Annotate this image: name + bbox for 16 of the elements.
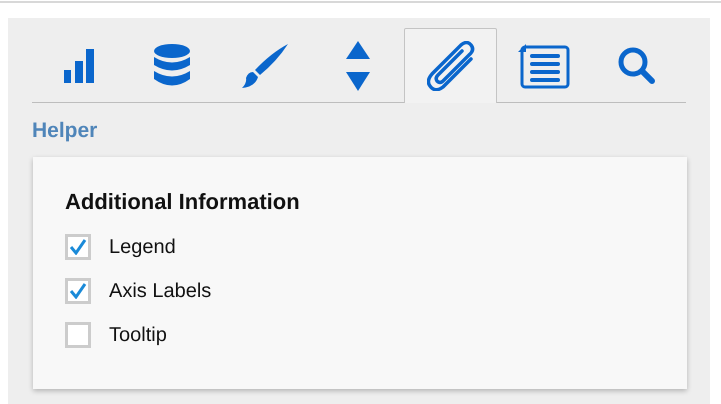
brush-icon bbox=[240, 42, 288, 88]
database-icon bbox=[152, 44, 190, 88]
paperclip-icon bbox=[426, 41, 474, 91]
tab[interactable] bbox=[404, 28, 497, 103]
checkbox-label: Axis Labels bbox=[109, 280, 212, 302]
checkbox-label: Legend bbox=[109, 236, 176, 258]
bar-chart-icon bbox=[64, 48, 94, 82]
up-down-arrows-icon bbox=[346, 40, 370, 90]
checkbox[interactable] bbox=[65, 278, 91, 304]
checkbox-label: Tooltip bbox=[109, 324, 167, 346]
card-title: Additional Information bbox=[65, 189, 301, 215]
section-title: Helper bbox=[32, 119, 98, 143]
search-icon bbox=[618, 46, 656, 84]
checkbox[interactable] bbox=[65, 234, 91, 260]
checkbox[interactable] bbox=[65, 322, 91, 348]
list-icon bbox=[518, 42, 570, 88]
